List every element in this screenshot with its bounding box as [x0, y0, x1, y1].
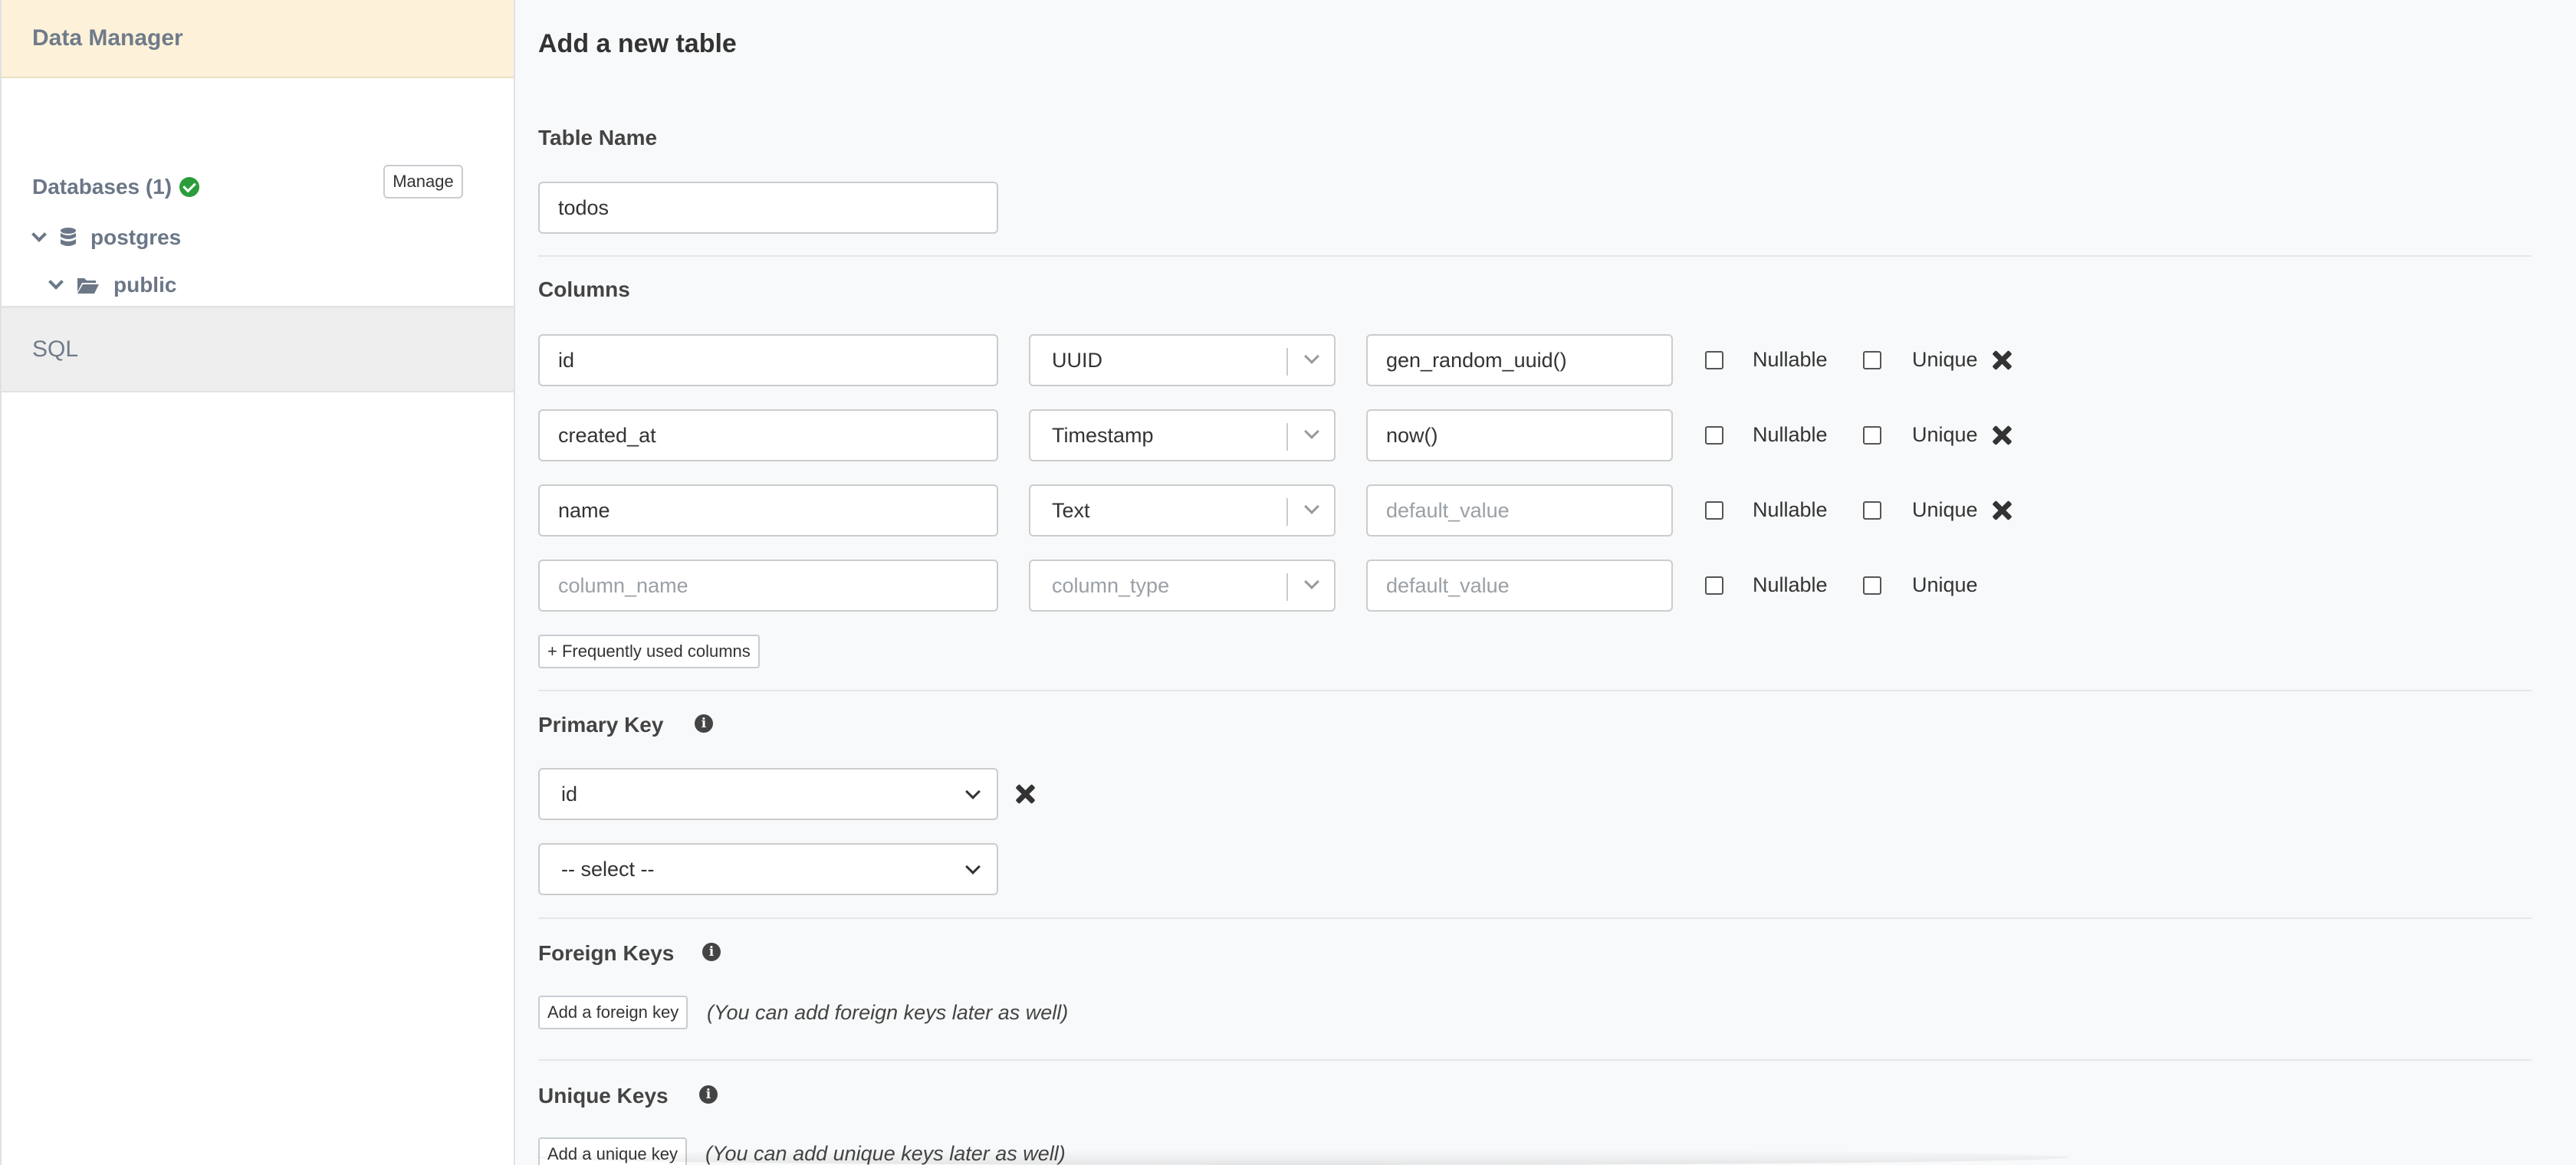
- info-icon[interactable]: i: [699, 1085, 718, 1104]
- bottom-shadow: [537, 1150, 2070, 1165]
- foreign-keys-hint: (You can add foreign keys later as well): [707, 1001, 1069, 1024]
- column-default-input[interactable]: now(): [1366, 409, 1673, 461]
- chevron-down-icon: [965, 859, 981, 875]
- chevron-down-icon[interactable]: [31, 227, 47, 242]
- primary-key-empty-value: -- select --: [561, 857, 655, 881]
- column-type-select[interactable]: Text: [1029, 484, 1336, 537]
- table-name-label: Table Name: [538, 126, 658, 149]
- foreign-keys-label: Foreign Keys: [538, 941, 675, 965]
- column-type-value: Timestamp: [1052, 423, 1154, 447]
- column-type-value: Text: [1052, 498, 1090, 522]
- remove-column-icon[interactable]: [1990, 499, 2013, 522]
- column-name-input[interactable]: column_name: [538, 560, 998, 612]
- folder-open-icon: [77, 278, 99, 294]
- nullable-label: Nullable: [1753, 423, 1828, 446]
- unique-label: Unique: [1912, 348, 1978, 371]
- info-icon[interactable]: i: [702, 943, 721, 961]
- check-circle-icon: [179, 177, 200, 197]
- frequently-used-columns-button[interactable]: + Frequently used columns: [538, 635, 760, 668]
- databases-section: Databases (1) Manage postgres public: [2, 78, 514, 344]
- unique-checkbox[interactable]: [1863, 501, 1881, 520]
- column-default-input[interactable]: default_value: [1366, 484, 1673, 537]
- column-type-placeholder: column_type: [1052, 573, 1170, 597]
- chevron-down-icon: [1304, 499, 1319, 514]
- select-separator: [1286, 348, 1288, 376]
- sidebar-header[interactable]: Data Manager: [2, 0, 514, 78]
- add-foreign-key-button[interactable]: Add a foreign key: [538, 996, 688, 1029]
- column-type-value: UUID: [1052, 348, 1102, 372]
- divider: [538, 917, 2532, 919]
- column-name-input[interactable]: id: [538, 334, 998, 386]
- manage-button[interactable]: Manage: [383, 165, 463, 199]
- unique-checkbox[interactable]: [1863, 426, 1881, 445]
- tree-item-postgres[interactable]: postgres: [31, 225, 182, 250]
- nullable-label: Nullable: [1753, 573, 1828, 596]
- unique-label: Unique: [1912, 573, 1978, 596]
- divider: [538, 1059, 2532, 1061]
- chevron-down-icon: [1304, 349, 1319, 364]
- column-name-input[interactable]: created_at: [538, 409, 998, 461]
- column-type-select[interactable]: column_type: [1029, 560, 1336, 612]
- primary-key-label: Primary Key: [538, 713, 664, 737]
- primary-key-value: id: [561, 782, 578, 806]
- database-icon: [61, 228, 76, 246]
- divider: [538, 690, 2532, 691]
- chevron-down-icon: [1304, 574, 1319, 589]
- tree-item-public[interactable]: public: [48, 273, 177, 297]
- main-content: Add a new table Table Name todos Columns…: [538, 0, 2532, 1165]
- sidebar-item-sql[interactable]: SQL: [2, 308, 514, 392]
- select-separator: [1286, 423, 1288, 451]
- unique-keys-label: Unique Keys: [538, 1084, 669, 1108]
- tree-label-database: postgres: [90, 225, 182, 249]
- sidebar: Data Manager Databases (1) Manage postgr…: [0, 0, 515, 1165]
- info-icon[interactable]: i: [695, 714, 713, 733]
- databases-heading: Databases (1): [32, 175, 200, 199]
- select-separator: [1286, 573, 1288, 601]
- unique-label: Unique: [1912, 498, 1978, 521]
- remove-column-icon[interactable]: [1990, 424, 2013, 447]
- chevron-down-icon[interactable]: [48, 274, 64, 290]
- column-type-select[interactable]: UUID: [1029, 334, 1336, 386]
- sidebar-title: Data Manager: [32, 25, 183, 51]
- remove-primary-key-icon[interactable]: [1014, 783, 1037, 806]
- primary-key-select[interactable]: id: [538, 768, 998, 820]
- chevron-down-icon: [965, 784, 981, 799]
- page-title: Add a new table: [538, 29, 737, 58]
- nullable-checkbox[interactable]: [1705, 576, 1723, 595]
- remove-column-icon[interactable]: [1990, 349, 2013, 372]
- nullable-checkbox[interactable]: [1705, 426, 1723, 445]
- columns-label: Columns: [538, 277, 630, 301]
- select-separator: [1286, 498, 1288, 526]
- databases-label: Databases (1): [32, 175, 172, 199]
- chevron-down-icon: [1304, 424, 1319, 439]
- nullable-label: Nullable: [1753, 498, 1828, 521]
- divider: [538, 255, 2532, 257]
- tree-label-schema: public: [113, 273, 177, 297]
- table-name-input[interactable]: todos: [538, 182, 998, 234]
- column-default-input[interactable]: gen_random_uuid(): [1366, 334, 1673, 386]
- sidebar-item-sql-label: SQL: [32, 336, 79, 362]
- nullable-checkbox[interactable]: [1705, 351, 1723, 369]
- column-default-input[interactable]: default_value: [1366, 560, 1673, 612]
- column-type-select[interactable]: Timestamp: [1029, 409, 1336, 461]
- column-name-input[interactable]: name: [538, 484, 998, 537]
- primary-key-select-empty[interactable]: -- select --: [538, 843, 998, 895]
- unique-checkbox[interactable]: [1863, 351, 1881, 369]
- unique-checkbox[interactable]: [1863, 576, 1881, 595]
- nullable-label: Nullable: [1753, 348, 1828, 371]
- unique-label: Unique: [1912, 423, 1978, 446]
- nullable-checkbox[interactable]: [1705, 501, 1723, 520]
